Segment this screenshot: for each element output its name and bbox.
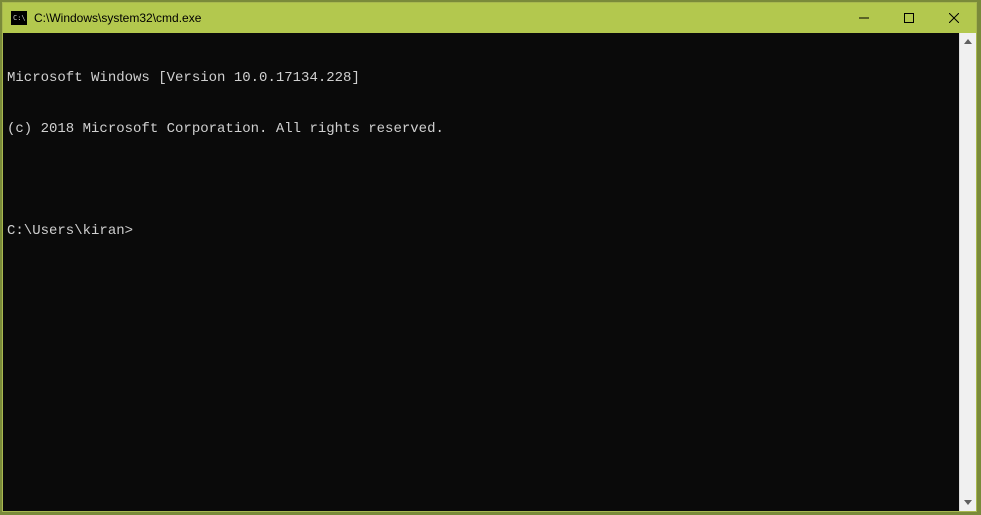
close-button[interactable] — [931, 3, 976, 33]
terminal-output[interactable]: Microsoft Windows [Version 10.0.17134.22… — [3, 33, 959, 511]
scroll-down-button[interactable] — [960, 494, 976, 511]
terminal-blank-line — [7, 172, 955, 189]
chevron-down-icon — [964, 500, 972, 505]
chevron-up-icon — [964, 39, 972, 44]
window-title: C:\Windows\system32\cmd.exe — [34, 11, 841, 25]
scroll-up-button[interactable] — [960, 33, 976, 50]
scroll-track[interactable] — [960, 50, 976, 494]
maximize-button[interactable] — [886, 3, 931, 33]
terminal-prompt: C:\Users\kiran> — [7, 223, 133, 240]
minimize-button[interactable] — [841, 3, 886, 33]
minimize-icon — [859, 13, 869, 23]
cmd-window: C:\Windows\system32\cmd.exe Micro — [2, 2, 977, 512]
close-icon — [949, 13, 959, 23]
maximize-icon — [904, 13, 914, 23]
content-area: Microsoft Windows [Version 10.0.17134.22… — [3, 33, 976, 511]
cmd-icon — [11, 11, 27, 25]
terminal-line: (c) 2018 Microsoft Corporation. All righ… — [7, 121, 955, 138]
vertical-scrollbar[interactable] — [959, 33, 976, 511]
terminal-prompt-line: C:\Users\kiran> — [7, 223, 955, 240]
terminal-line: Microsoft Windows [Version 10.0.17134.22… — [7, 70, 955, 87]
window-controls — [841, 3, 976, 33]
titlebar[interactable]: C:\Windows\system32\cmd.exe — [3, 3, 976, 33]
